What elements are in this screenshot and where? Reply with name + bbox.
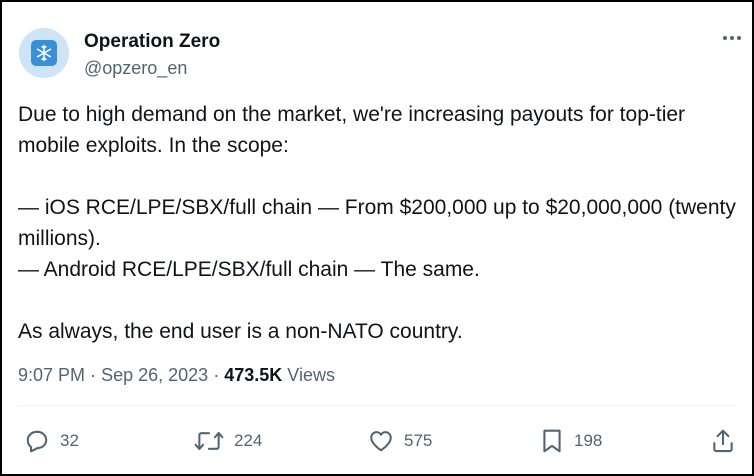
more-options-button[interactable] xyxy=(720,26,744,50)
tweet-text: Due to high demand on the market, we're … xyxy=(18,99,743,347)
views-count: 473.5K xyxy=(224,365,283,385)
reply-count: 32 xyxy=(60,431,79,450)
meta-separator: · xyxy=(213,365,220,385)
repost-icon xyxy=(194,431,224,451)
share-button[interactable] xyxy=(710,426,736,456)
divider xyxy=(18,405,736,406)
reply-icon xyxy=(26,430,48,453)
heart-icon xyxy=(370,431,392,452)
tweet-line-end-user: As always, the end user is a non-NATO co… xyxy=(18,320,463,343)
tweet-line-ios: — iOS RCE/LPE/SBX/full chain — From $200… xyxy=(18,196,736,250)
tweet-date[interactable]: Sep 26, 2023 xyxy=(101,365,208,385)
avatar[interactable] xyxy=(19,28,69,78)
like-button[interactable]: 575 xyxy=(368,426,432,456)
display-name[interactable]: Operation Zero xyxy=(84,31,220,53)
tweet-card: Operation Zero @opzero_en Due to high de… xyxy=(0,0,754,476)
reply-button[interactable]: 32 xyxy=(24,426,79,456)
more-dots-icon xyxy=(723,36,741,40)
action-bar: 32 224 575 198 xyxy=(2,426,752,456)
repost-button[interactable]: 224 xyxy=(194,426,262,456)
snowflake-logo-icon xyxy=(31,40,57,66)
tweet-time[interactable]: 9:07 PM xyxy=(18,365,85,385)
meta-separator: · xyxy=(90,365,97,385)
like-count: 575 xyxy=(404,431,433,450)
views-label: Views xyxy=(287,365,335,385)
tweet-line-android: — Android RCE/LPE/SBX/full chain — The s… xyxy=(18,258,480,281)
tweet-paragraph-intro: Due to high demand on the market, we're … xyxy=(18,103,686,157)
user-handle[interactable]: @opzero_en xyxy=(84,58,187,79)
repost-count: 224 xyxy=(234,431,263,450)
share-icon xyxy=(713,429,733,453)
tweet-meta: 9:07 PM · Sep 26, 2023 · 473.5K Views xyxy=(18,365,335,386)
bookmark-button[interactable]: 198 xyxy=(540,426,602,456)
bookmark-icon xyxy=(543,429,561,453)
bookmark-count: 198 xyxy=(574,431,603,450)
